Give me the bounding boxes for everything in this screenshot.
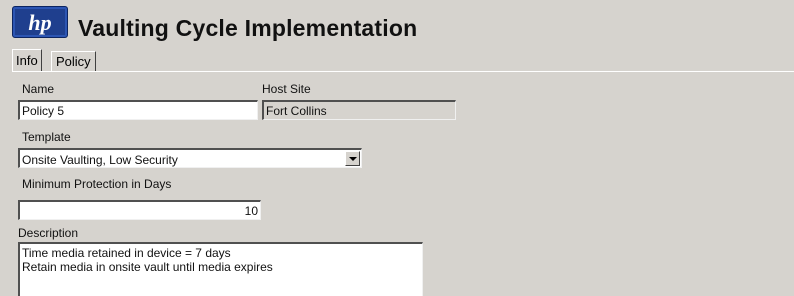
host-site-label: Host Site — [262, 82, 311, 96]
template-selected-value: Onsite Vaulting, Low Security — [22, 153, 178, 167]
name-input[interactable] — [18, 100, 258, 120]
tab-info[interactable]: Info — [12, 49, 42, 72]
tab-policy[interactable]: Policy — [51, 51, 96, 71]
description-textarea[interactable]: Time media retained in device = 7 days R… — [18, 242, 423, 296]
page-title: Vaulting Cycle Implementation — [78, 15, 418, 41]
host-site-field — [262, 100, 456, 120]
template-select[interactable]: Onsite Vaulting, Low Security — [18, 148, 362, 168]
description-line: Time media retained in device = 7 days — [22, 246, 231, 260]
description-line: Retain media in onsite vault until media… — [22, 260, 273, 274]
app-header: hp Vaulting Cycle Implementation — [0, 0, 794, 48]
hp-logo-icon: hp — [12, 6, 68, 38]
tab-panel-divider — [12, 71, 794, 72]
logo-text: hp — [28, 10, 51, 35]
template-label: Template — [22, 130, 71, 144]
chevron-down-icon[interactable] — [345, 151, 360, 166]
min-protection-input[interactable] — [18, 200, 261, 220]
name-label: Name — [22, 82, 55, 96]
min-protection-label: Minimum Protection in Days — [22, 177, 172, 191]
description-label: Description — [18, 226, 79, 240]
